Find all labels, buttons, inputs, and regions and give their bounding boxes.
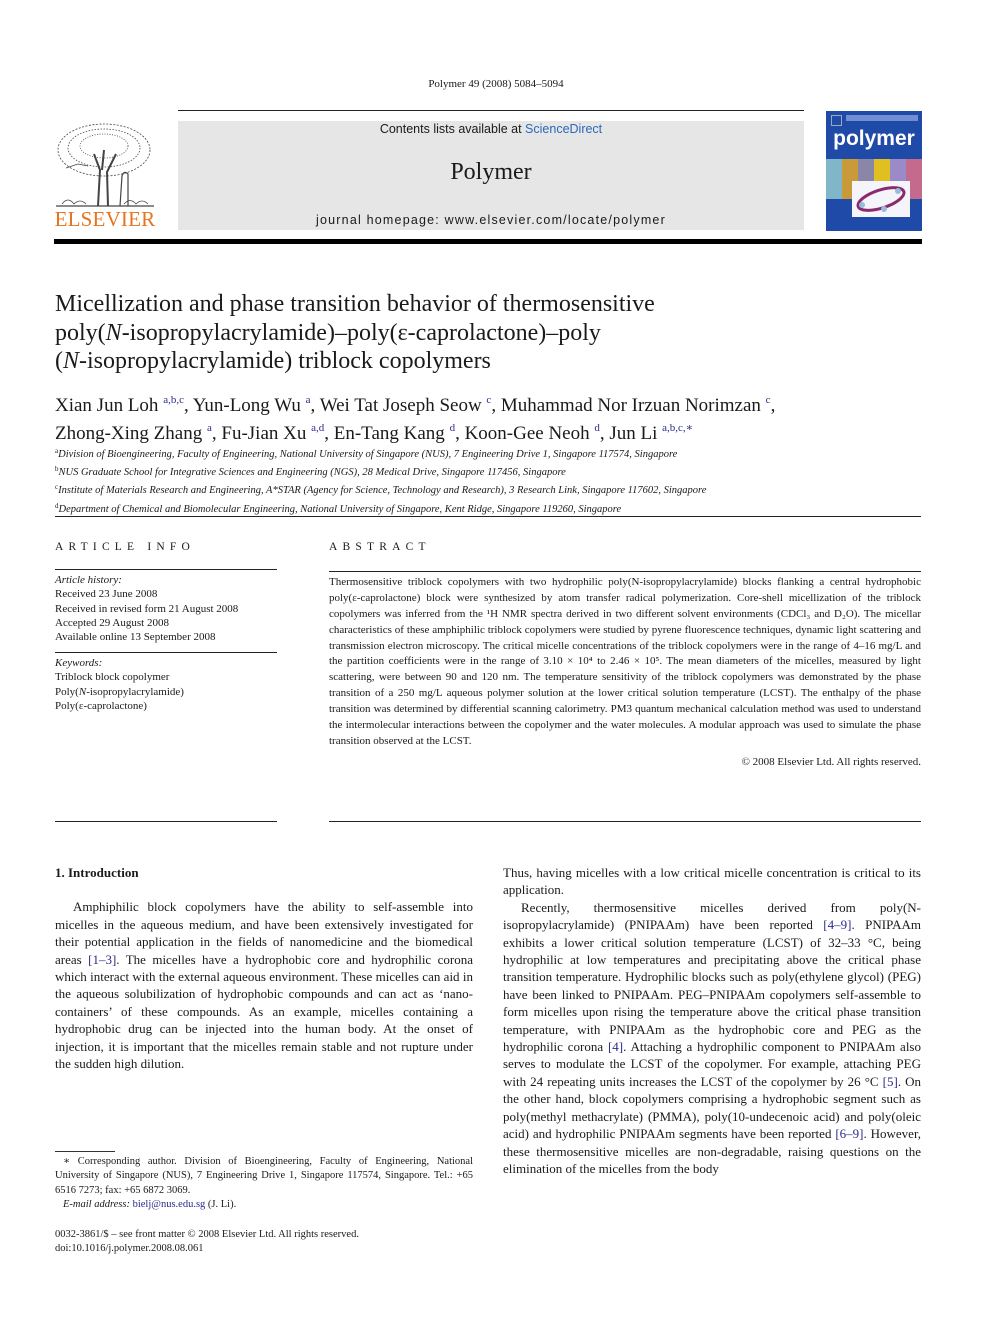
- history-item: Received 23 June 2008: [55, 588, 158, 601]
- title-line: (N-isopropylacrylamide) triblock copolym…: [55, 348, 491, 374]
- article-info: ARTICLE INFO Article history: Received 2…: [55, 540, 277, 713]
- affiliation: cInstitute of Materials Research and Eng…: [55, 483, 707, 497]
- section-divider: [55, 516, 921, 517]
- abstract-copyright: © 2008 Elsevier Ltd. All rights reserved…: [741, 755, 921, 768]
- footnote: ∗ Corresponding author. Division of Bioe…: [55, 1155, 473, 1212]
- affiliation: aDivision of Bioengineering, Faculty of …: [55, 447, 678, 460]
- author[interactable]: Xian Jun Loh a,b,c: [55, 394, 184, 416]
- citation-link[interactable]: [4–9]: [823, 917, 851, 932]
- journal-banner: Contents lists available at ScienceDirec…: [178, 121, 804, 230]
- citation-link[interactable]: [4]: [608, 1039, 623, 1054]
- abstract-text: Thermosensitive triblock copolymers with…: [329, 575, 921, 747]
- article-title: Micellization and phase transition behav…: [55, 290, 755, 376]
- elsevier-wordmark: ELSEVIER: [54, 207, 156, 231]
- contents-prefix: Contents lists available at: [379, 122, 526, 136]
- email-line: E-mail address: bielj@nus.edu.sg (J. Li)…: [63, 1198, 237, 1210]
- elsevier-logo[interactable]: ELSEVIER: [54, 120, 156, 232]
- title-line: Micellization and phase transition behav…: [55, 291, 655, 317]
- citation-link[interactable]: [5]: [883, 1074, 898, 1089]
- title-line: poly(N-isopropylacrylamide)–poly(ε-capro…: [55, 319, 601, 346]
- author[interactable]: Fu-Jian Xu a,d: [221, 422, 324, 444]
- journal-homepage[interactable]: journal homepage: www.elsevier.com/locat…: [178, 213, 804, 227]
- front-matter: 0032-3861/$ – see front matter © 2008 El…: [55, 1228, 475, 1257]
- history-item: Received in revised form 21 August 2008: [55, 602, 239, 615]
- history-item: Available online 13 September 2008: [55, 631, 216, 644]
- doi-line[interactable]: doi:10.1016/j.polymer.2008.08.061: [55, 1242, 475, 1256]
- author[interactable]: Zhong-Xing Zhang a: [55, 422, 212, 444]
- issn-line: 0032-3861/$ – see front matter © 2008 El…: [55, 1229, 359, 1240]
- footnote-rule: [55, 1151, 115, 1152]
- corresponding-author-note: ∗ Corresponding author. Division of Bioe…: [55, 1156, 473, 1196]
- author[interactable]: Muhammad Nor Irzuan Norimzan c: [501, 394, 771, 416]
- body-paragraph: Thus, having micelles with a low critica…: [503, 865, 921, 898]
- header-thick-rule: [54, 239, 922, 244]
- author[interactable]: Koon-Gee Neoh d: [465, 422, 600, 444]
- affiliations: aDivision of Bioengineering, Faculty of …: [55, 444, 925, 517]
- body-column-left: 1. Introduction Amphiphilic block copoly…: [55, 864, 473, 1072]
- abstract-heading: ABSTRACT: [329, 541, 431, 553]
- elsevier-tree-icon: [56, 123, 154, 207]
- abstract-bottom-rule: [329, 821, 921, 822]
- cover-title: polymer: [833, 127, 915, 150]
- author[interactable]: En-Tang Kang d: [334, 422, 455, 444]
- keyword[interactable]: Triblock block copolymer: [55, 670, 277, 684]
- affiliation: bNUS Graduate School for Integrative Sci…: [55, 465, 566, 479]
- author-corresponding[interactable]: Jun Li a,b,c,∗: [609, 422, 693, 444]
- keyword[interactable]: Poly(ε-caprolactone): [55, 699, 277, 713]
- body-paragraph: Amphiphilic block copolymers have the ab…: [55, 899, 473, 1072]
- sciencedirect-link[interactable]: ScienceDirect: [525, 122, 602, 136]
- keyword[interactable]: Poly(N-isopropylacrylamide): [55, 685, 277, 699]
- journal-cover[interactable]: polymer: [826, 111, 922, 231]
- journal-name: Polymer: [450, 159, 532, 185]
- cover-illustration: [852, 181, 910, 217]
- header-rule: [178, 110, 804, 111]
- author[interactable]: Yun-Long Wu a: [193, 394, 311, 416]
- info-bottom-rule: [55, 821, 277, 822]
- author[interactable]: Wei Tat Joseph Seow c: [320, 394, 492, 416]
- article-info-heading: ARTICLE INFO: [55, 541, 195, 553]
- cover-elsevier-mark: [831, 115, 842, 126]
- info-rule: [55, 652, 277, 654]
- author-list: Xian Jun Loh a,b,c, Yun-Long Wu a, Wei T…: [55, 394, 776, 444]
- abstract-rule: [329, 570, 921, 572]
- citation-link[interactable]: [6–9]: [835, 1126, 863, 1141]
- body-column-right: Thus, having micelles with a low critica…: [503, 864, 921, 1177]
- cover-band: [846, 115, 918, 121]
- keywords-label: Keywords:: [55, 657, 103, 670]
- contents-line: Contents lists available at ScienceDirec…: [178, 122, 804, 136]
- history-label: Article history:: [55, 574, 122, 587]
- body-paragraph: Recently, thermosensitive micelles deriv…: [503, 899, 922, 1176]
- section-heading: 1. Introduction: [55, 865, 139, 880]
- email-link[interactable]: bielj@nus.edu.sg: [133, 1199, 206, 1210]
- info-rule: [55, 569, 277, 571]
- abstract: ABSTRACT Thermosensitive triblock copoly…: [329, 540, 921, 771]
- affiliation: dDepartment of Chemical and Biomolecular…: [55, 501, 622, 515]
- journal-citation: Polymer 49 (2008) 5084–5094: [428, 78, 564, 90]
- history-item: Accepted 29 August 2008: [55, 616, 169, 629]
- citation-link[interactable]: [1–3]: [88, 952, 116, 967]
